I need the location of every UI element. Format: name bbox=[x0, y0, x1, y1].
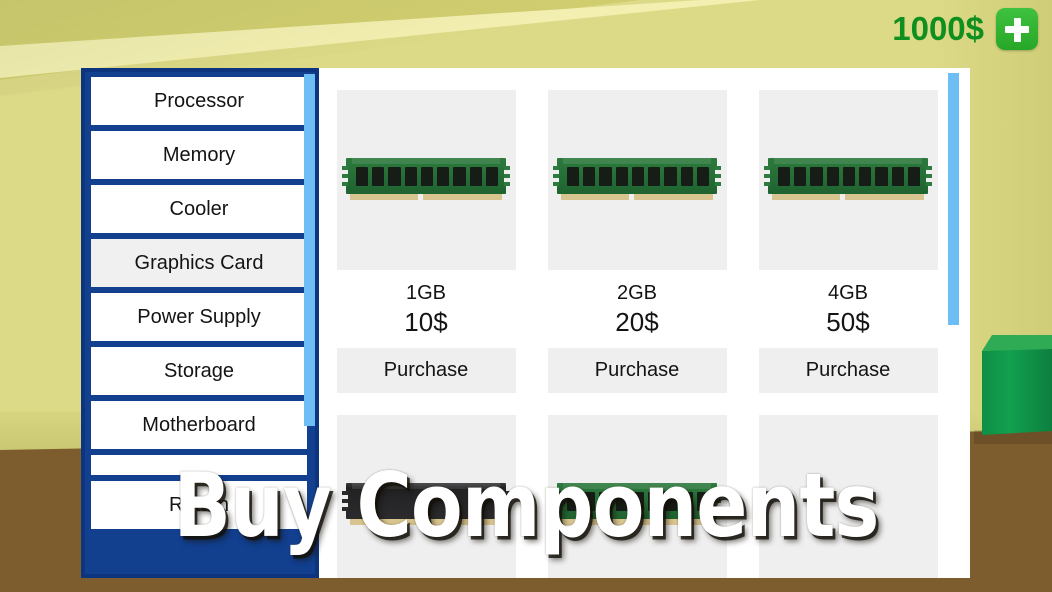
ram-module-icon bbox=[342, 158, 510, 202]
ram-module-icon bbox=[553, 483, 721, 527]
sidebar-item-processor[interactable]: Processor bbox=[91, 77, 307, 125]
product-name: 1GB bbox=[405, 282, 447, 304]
sidebar-item-label: Storage bbox=[163, 359, 235, 382]
sidebar-item-cooler[interactable]: Cooler bbox=[91, 185, 307, 233]
product-grid: 1GB 10$ Purchase 2GB 20$ Purchase 4GB 50… bbox=[319, 68, 970, 578]
sidebar-item-memory[interactable]: Memory bbox=[91, 131, 307, 179]
ram-module-icon bbox=[764, 158, 932, 202]
add-money-button[interactable] bbox=[996, 8, 1038, 50]
sidebar-item-label: Power Supply bbox=[137, 305, 261, 328]
green-desk-object bbox=[974, 335, 1052, 445]
product-price: 50$ bbox=[826, 307, 870, 337]
product-card[interactable] bbox=[542, 415, 732, 578]
desk-front-face bbox=[982, 347, 1052, 435]
sidebar-item-label: Motherboard bbox=[142, 413, 256, 436]
product-card[interactable]: 1GB 10$ Purchase bbox=[331, 90, 521, 393]
ram-module-icon bbox=[342, 483, 510, 527]
product-price: 20$ bbox=[615, 307, 659, 337]
product-image bbox=[547, 90, 727, 270]
product-card[interactable] bbox=[753, 415, 943, 578]
shop-window: Processor Memory Cooler Graphics Card Po… bbox=[81, 68, 970, 578]
purchase-button[interactable]: Purchase bbox=[336, 348, 516, 393]
sidebar-item-motherboard[interactable]: Motherboard bbox=[91, 401, 307, 449]
product-image bbox=[547, 415, 727, 578]
product-name: 4GB bbox=[827, 282, 869, 304]
desk-top-face bbox=[982, 335, 1052, 351]
product-image bbox=[336, 90, 516, 270]
shop-content-panel: 1GB 10$ Purchase 2GB 20$ Purchase 4GB 50… bbox=[319, 68, 970, 578]
product-card[interactable]: 2GB 20$ Purchase bbox=[542, 90, 732, 393]
sidebar-item-storage[interactable]: Storage bbox=[91, 347, 307, 395]
product-image bbox=[758, 90, 938, 270]
product-image bbox=[336, 415, 516, 578]
plus-icon-vertical bbox=[1013, 17, 1021, 42]
money-hud: 1000$ bbox=[892, 8, 1038, 50]
sidebar-item-return[interactable]: Return bbox=[91, 481, 307, 529]
sidebar-item-label: Processor bbox=[153, 89, 245, 112]
sidebar-item-label: Return bbox=[168, 493, 230, 516]
product-image bbox=[758, 415, 938, 578]
content-scrollbar[interactable] bbox=[948, 73, 959, 325]
category-sidebar: Processor Memory Cooler Graphics Card Po… bbox=[81, 68, 319, 578]
sidebar-scrollbar[interactable] bbox=[304, 74, 315, 426]
money-amount-label: 1000$ bbox=[892, 10, 984, 47]
product-card[interactable]: 4GB 50$ Purchase bbox=[753, 90, 943, 393]
purchase-button[interactable]: Purchase bbox=[547, 348, 727, 393]
product-price: 10$ bbox=[404, 307, 448, 337]
sidebar-item-graphics-card[interactable]: Graphics Card bbox=[91, 239, 307, 287]
sidebar-item-label: Cooler bbox=[169, 197, 229, 220]
purchase-button[interactable]: Purchase bbox=[758, 348, 938, 393]
sidebar-item-label: Graphics Card bbox=[134, 251, 264, 274]
sidebar-item-label: Memory bbox=[162, 143, 236, 166]
sidebar-item-blank[interactable] bbox=[91, 455, 307, 475]
product-name: 2GB bbox=[616, 282, 658, 304]
sidebar-item-power-supply[interactable]: Power Supply bbox=[91, 293, 307, 341]
ram-module-icon bbox=[553, 158, 721, 202]
product-card[interactable] bbox=[331, 415, 521, 578]
